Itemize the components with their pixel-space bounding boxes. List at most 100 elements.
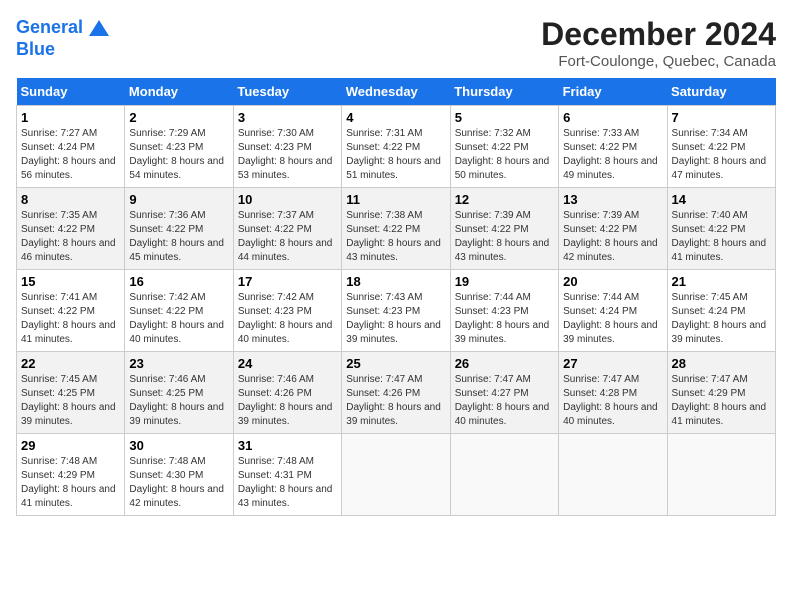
day-info: Sunrise: 7:39 AM Sunset: 4:22 PM Dayligh… xyxy=(563,209,662,265)
day-cell-4: 4 Sunrise: 7:31 AM Sunset: 4:22 PM Dayli… xyxy=(342,106,450,188)
day-number: 13 xyxy=(563,192,662,207)
day-info: Sunrise: 7:48 AM Sunset: 4:31 PM Dayligh… xyxy=(238,455,337,511)
day-header-wednesday: Wednesday xyxy=(342,78,450,106)
day-info: Sunrise: 7:46 AM Sunset: 4:26 PM Dayligh… xyxy=(238,373,337,429)
week-row-4: 22 Sunrise: 7:45 AM Sunset: 4:25 PM Dayl… xyxy=(17,352,776,434)
day-number: 3 xyxy=(238,110,337,125)
day-info: Sunrise: 7:44 AM Sunset: 4:23 PM Dayligh… xyxy=(455,291,554,347)
day-cell-22: 22 Sunrise: 7:45 AM Sunset: 4:25 PM Dayl… xyxy=(17,352,125,434)
day-info: Sunrise: 7:39 AM Sunset: 4:22 PM Dayligh… xyxy=(455,209,554,265)
day-info: Sunrise: 7:47 AM Sunset: 4:29 PM Dayligh… xyxy=(672,373,771,429)
day-info: Sunrise: 7:47 AM Sunset: 4:28 PM Dayligh… xyxy=(563,373,662,429)
day-info: Sunrise: 7:47 AM Sunset: 4:26 PM Dayligh… xyxy=(346,373,445,429)
day-header-sunday: Sunday xyxy=(17,78,125,106)
day-cell-10: 10 Sunrise: 7:37 AM Sunset: 4:22 PM Dayl… xyxy=(233,188,341,270)
day-cell-28: 28 Sunrise: 7:47 AM Sunset: 4:29 PM Dayl… xyxy=(667,352,775,434)
day-cell-1: 1 Sunrise: 7:27 AM Sunset: 4:24 PM Dayli… xyxy=(17,106,125,188)
day-number: 11 xyxy=(346,192,445,207)
day-info: Sunrise: 7:48 AM Sunset: 4:29 PM Dayligh… xyxy=(21,455,120,511)
day-info: Sunrise: 7:44 AM Sunset: 4:24 PM Dayligh… xyxy=(563,291,662,347)
day-info: Sunrise: 7:37 AM Sunset: 4:22 PM Dayligh… xyxy=(238,209,337,265)
day-cell-20: 20 Sunrise: 7:44 AM Sunset: 4:24 PM Dayl… xyxy=(559,270,667,352)
day-number: 26 xyxy=(455,356,554,371)
day-info: Sunrise: 7:34 AM Sunset: 4:22 PM Dayligh… xyxy=(672,127,771,183)
day-cell-8: 8 Sunrise: 7:35 AM Sunset: 4:22 PM Dayli… xyxy=(17,188,125,270)
month-title: December 2024 xyxy=(541,16,776,53)
day-number: 16 xyxy=(129,274,228,289)
day-info: Sunrise: 7:45 AM Sunset: 4:24 PM Dayligh… xyxy=(672,291,771,347)
day-info: Sunrise: 7:29 AM Sunset: 4:23 PM Dayligh… xyxy=(129,127,228,183)
location: Fort-Coulonge, Quebec, Canada xyxy=(541,53,776,70)
day-info: Sunrise: 7:48 AM Sunset: 4:30 PM Dayligh… xyxy=(129,455,228,511)
day-cell-23: 23 Sunrise: 7:46 AM Sunset: 4:25 PM Dayl… xyxy=(125,352,233,434)
day-info: Sunrise: 7:38 AM Sunset: 4:22 PM Dayligh… xyxy=(346,209,445,265)
day-number: 30 xyxy=(129,438,228,453)
day-cell-29: 29 Sunrise: 7:48 AM Sunset: 4:29 PM Dayl… xyxy=(17,434,125,516)
day-info: Sunrise: 7:47 AM Sunset: 4:27 PM Dayligh… xyxy=(455,373,554,429)
day-number: 12 xyxy=(455,192,554,207)
day-info: Sunrise: 7:32 AM Sunset: 4:22 PM Dayligh… xyxy=(455,127,554,183)
day-number: 31 xyxy=(238,438,337,453)
day-number: 15 xyxy=(21,274,120,289)
day-info: Sunrise: 7:35 AM Sunset: 4:22 PM Dayligh… xyxy=(21,209,120,265)
day-cell-31: 31 Sunrise: 7:48 AM Sunset: 4:31 PM Dayl… xyxy=(233,434,341,516)
day-number: 21 xyxy=(672,274,771,289)
day-cell-11: 11 Sunrise: 7:38 AM Sunset: 4:22 PM Dayl… xyxy=(342,188,450,270)
day-number: 24 xyxy=(238,356,337,371)
day-number: 8 xyxy=(21,192,120,207)
header-row: SundayMondayTuesdayWednesdayThursdayFrid… xyxy=(17,78,776,106)
day-number: 25 xyxy=(346,356,445,371)
day-cell-3: 3 Sunrise: 7:30 AM Sunset: 4:23 PM Dayli… xyxy=(233,106,341,188)
day-cell-14: 14 Sunrise: 7:40 AM Sunset: 4:22 PM Dayl… xyxy=(667,188,775,270)
day-number: 20 xyxy=(563,274,662,289)
day-info: Sunrise: 7:45 AM Sunset: 4:25 PM Dayligh… xyxy=(21,373,120,429)
day-info: Sunrise: 7:36 AM Sunset: 4:22 PM Dayligh… xyxy=(129,209,228,265)
week-row-1: 1 Sunrise: 7:27 AM Sunset: 4:24 PM Dayli… xyxy=(17,106,776,188)
day-number: 19 xyxy=(455,274,554,289)
day-number: 7 xyxy=(672,110,771,125)
day-info: Sunrise: 7:30 AM Sunset: 4:23 PM Dayligh… xyxy=(238,127,337,183)
day-header-saturday: Saturday xyxy=(667,78,775,106)
day-cell-24: 24 Sunrise: 7:46 AM Sunset: 4:26 PM Dayl… xyxy=(233,352,341,434)
day-number: 1 xyxy=(21,110,120,125)
day-cell-27: 27 Sunrise: 7:47 AM Sunset: 4:28 PM Dayl… xyxy=(559,352,667,434)
logo: General Blue xyxy=(16,16,109,58)
day-cell-6: 6 Sunrise: 7:33 AM Sunset: 4:22 PM Dayli… xyxy=(559,106,667,188)
day-number: 2 xyxy=(129,110,228,125)
day-header-friday: Friday xyxy=(559,78,667,106)
day-cell-30: 30 Sunrise: 7:48 AM Sunset: 4:30 PM Dayl… xyxy=(125,434,233,516)
title-block: December 2024 Fort-Coulonge, Quebec, Can… xyxy=(541,16,776,70)
day-info: Sunrise: 7:42 AM Sunset: 4:23 PM Dayligh… xyxy=(238,291,337,347)
day-cell-18: 18 Sunrise: 7:43 AM Sunset: 4:23 PM Dayl… xyxy=(342,270,450,352)
day-info: Sunrise: 7:41 AM Sunset: 4:22 PM Dayligh… xyxy=(21,291,120,347)
empty-cell xyxy=(667,434,775,516)
day-header-thursday: Thursday xyxy=(450,78,558,106)
day-number: 17 xyxy=(238,274,337,289)
day-cell-16: 16 Sunrise: 7:42 AM Sunset: 4:22 PM Dayl… xyxy=(125,270,233,352)
calendar-table: SundayMondayTuesdayWednesdayThursdayFrid… xyxy=(16,78,776,516)
day-info: Sunrise: 7:33 AM Sunset: 4:22 PM Dayligh… xyxy=(563,127,662,183)
day-number: 23 xyxy=(129,356,228,371)
day-cell-15: 15 Sunrise: 7:41 AM Sunset: 4:22 PM Dayl… xyxy=(17,270,125,352)
day-number: 10 xyxy=(238,192,337,207)
empty-cell xyxy=(450,434,558,516)
day-cell-13: 13 Sunrise: 7:39 AM Sunset: 4:22 PM Dayl… xyxy=(559,188,667,270)
day-info: Sunrise: 7:46 AM Sunset: 4:25 PM Dayligh… xyxy=(129,373,228,429)
day-cell-21: 21 Sunrise: 7:45 AM Sunset: 4:24 PM Dayl… xyxy=(667,270,775,352)
logo-icon xyxy=(85,16,109,40)
day-info: Sunrise: 7:42 AM Sunset: 4:22 PM Dayligh… xyxy=(129,291,228,347)
empty-cell xyxy=(342,434,450,516)
day-number: 14 xyxy=(672,192,771,207)
day-cell-5: 5 Sunrise: 7:32 AM Sunset: 4:22 PM Dayli… xyxy=(450,106,558,188)
day-cell-25: 25 Sunrise: 7:47 AM Sunset: 4:26 PM Dayl… xyxy=(342,352,450,434)
day-cell-26: 26 Sunrise: 7:47 AM Sunset: 4:27 PM Dayl… xyxy=(450,352,558,434)
page-header: General Blue December 2024 Fort-Coulonge… xyxy=(16,16,776,70)
week-row-5: 29 Sunrise: 7:48 AM Sunset: 4:29 PM Dayl… xyxy=(17,434,776,516)
day-cell-2: 2 Sunrise: 7:29 AM Sunset: 4:23 PM Dayli… xyxy=(125,106,233,188)
day-header-monday: Monday xyxy=(125,78,233,106)
day-cell-7: 7 Sunrise: 7:34 AM Sunset: 4:22 PM Dayli… xyxy=(667,106,775,188)
day-cell-12: 12 Sunrise: 7:39 AM Sunset: 4:22 PM Dayl… xyxy=(450,188,558,270)
day-number: 27 xyxy=(563,356,662,371)
day-number: 4 xyxy=(346,110,445,125)
day-info: Sunrise: 7:40 AM Sunset: 4:22 PM Dayligh… xyxy=(672,209,771,265)
